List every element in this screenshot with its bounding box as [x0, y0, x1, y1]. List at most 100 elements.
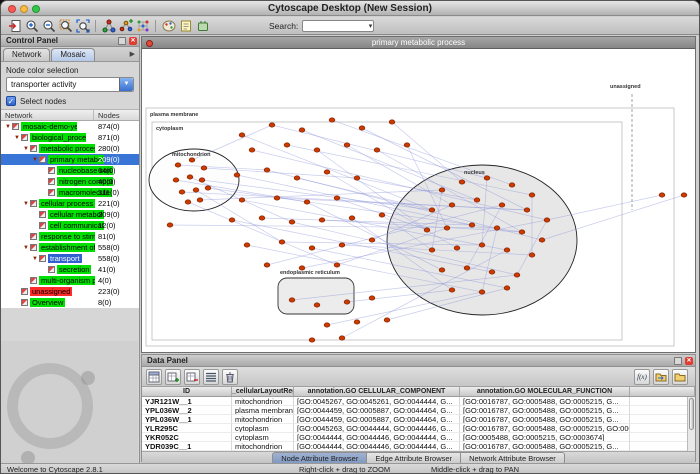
- network-node[interactable]: [479, 243, 485, 247]
- expander-icon[interactable]: ▼: [31, 256, 39, 262]
- network-node[interactable]: [539, 238, 545, 242]
- network-node[interactable]: [294, 176, 300, 180]
- maximize-window-button[interactable]: [32, 5, 40, 13]
- network-node[interactable]: [289, 220, 295, 224]
- tree-row-mosaic-demo-yeast[interactable]: ▼mosaic-demo-yeast874(0): [1, 121, 139, 132]
- network-node[interactable]: [369, 296, 375, 300]
- column-header-region[interactable]: _cellularLayoutRegion: [232, 387, 294, 396]
- tree-row-establishment-of-lo[interactable]: ▼establishment of lo558(0): [1, 242, 139, 253]
- network-node[interactable]: [464, 266, 470, 270]
- network-node[interactable]: [374, 148, 380, 152]
- close-panel-icon[interactable]: ✕: [685, 357, 693, 365]
- network-node[interactable]: [309, 246, 315, 250]
- network-node[interactable]: [234, 173, 240, 177]
- network-node[interactable]: [344, 143, 350, 147]
- network-node[interactable]: [469, 223, 475, 227]
- network-node[interactable]: [289, 298, 295, 302]
- tree-row-multi-organism-pro[interactable]: multi-organism pro4(0): [1, 275, 139, 286]
- search-input[interactable]: [305, 21, 363, 31]
- column-header-id[interactable]: ID: [142, 387, 232, 396]
- network-node[interactable]: [324, 170, 330, 174]
- minimize-window-button[interactable]: [20, 5, 28, 13]
- network-node[interactable]: [519, 230, 525, 234]
- network-canvas[interactable]: plasma membranecytoplasmmitochondrionnuc…: [142, 50, 695, 352]
- network-node[interactable]: [244, 243, 250, 247]
- network-node[interactable]: [369, 238, 375, 242]
- select-nodes-checkbox[interactable]: ✓: [6, 96, 16, 106]
- float-panel-icon[interactable]: [674, 357, 682, 365]
- tab-overflow-arrow-icon[interactable]: ▶: [126, 50, 139, 61]
- zoom-out-icon[interactable]: [40, 18, 57, 33]
- float-panel-icon[interactable]: [118, 37, 126, 45]
- zoom-in-icon[interactable]: [23, 18, 40, 33]
- table-row[interactable]: YJR121W__1mitochondrion[GO:0045267, GO:0…: [142, 397, 695, 406]
- delete-column-icon[interactable]: [184, 369, 200, 385]
- node-color-attribute-dropdown[interactable]: transporter activity ▼: [6, 77, 134, 92]
- network-node[interactable]: [384, 318, 390, 322]
- table-scrollbar-thumb[interactable]: [689, 398, 694, 430]
- tree-row-secretion[interactable]: secretion41(0): [1, 264, 139, 275]
- network-node[interactable]: [167, 223, 173, 227]
- network-node[interactable]: [314, 303, 320, 307]
- network-node[interactable]: [324, 323, 330, 327]
- network-node[interactable]: [339, 336, 345, 340]
- expander-icon[interactable]: ▼: [4, 124, 12, 130]
- network-node[interactable]: [349, 216, 355, 220]
- dropdown-arrow-icon[interactable]: ▼: [119, 78, 133, 91]
- window-titlebar[interactable]: Cytoscape Desktop (New Session): [1, 1, 699, 16]
- network-graph[interactable]: plasma membranecytoplasmmitochondrionnuc…: [142, 50, 695, 352]
- network-node[interactable]: [239, 133, 245, 137]
- network-node[interactable]: [197, 198, 203, 202]
- formula-builder-icon[interactable]: f(x): [634, 369, 650, 385]
- network-node[interactable]: [504, 286, 510, 290]
- expander-icon[interactable]: ▼: [31, 157, 39, 163]
- network-node[interactable]: [354, 176, 360, 180]
- zoom-selected-region-icon[interactable]: [57, 18, 74, 33]
- network-node[interactable]: [193, 188, 199, 192]
- tab-network[interactable]: Network: [3, 48, 50, 61]
- apply-layout-icon[interactable]: [134, 18, 151, 33]
- close-window-button[interactable]: [8, 5, 16, 13]
- network-node[interactable]: [173, 178, 179, 182]
- network-node[interactable]: [201, 166, 207, 170]
- network-node[interactable]: [284, 143, 290, 147]
- network-node[interactable]: [185, 200, 191, 204]
- tree-column-network[interactable]: Network: [1, 110, 94, 120]
- network-node[interactable]: [339, 243, 345, 247]
- import-network-icon[interactable]: [6, 18, 23, 33]
- tree-row-macromolecule[interactable]: macromolecule311(0): [1, 187, 139, 198]
- tree-row-overview[interactable]: Overview8(0): [1, 297, 139, 308]
- table-row[interactable]: YPL036W__1mitochondrion[GO:0044459, GO:0…: [142, 415, 695, 424]
- network-node[interactable]: [479, 290, 485, 294]
- table-row[interactable]: YPL036W__2plasma membrane[GO:0044459, GO…: [142, 406, 695, 415]
- expander-icon[interactable]: ▼: [13, 135, 21, 141]
- expander-icon[interactable]: ▼: [22, 245, 30, 251]
- network-node[interactable]: [459, 180, 465, 184]
- network-node[interactable]: [199, 178, 205, 182]
- network-node[interactable]: [304, 200, 310, 204]
- zoom-fit-icon[interactable]: [74, 18, 91, 33]
- column-header-cellular-component[interactable]: annotation.GO CELLULAR_COMPONENT: [294, 387, 460, 396]
- tab-mosaic[interactable]: Mosaic: [51, 48, 94, 61]
- table-row[interactable]: YLR295Ccytoplasm[GO:0045263, GO:0044444,…: [142, 424, 695, 433]
- network-node[interactable]: [429, 208, 435, 212]
- network-node[interactable]: [187, 175, 193, 179]
- network-node[interactable]: [309, 338, 315, 342]
- expander-icon[interactable]: ▼: [22, 201, 30, 207]
- network-node[interactable]: [264, 168, 270, 172]
- network-node[interactable]: [264, 263, 270, 267]
- tree-row-response-to-stimul[interactable]: response to stimul81(0): [1, 231, 139, 242]
- network-node[interactable]: [344, 300, 350, 304]
- tree-row-nitrogen-compou[interactable]: nitrogen compou40(0): [1, 176, 139, 187]
- network-node[interactable]: [389, 120, 395, 124]
- tree-row-unassigned[interactable]: unassigned223(0): [1, 286, 139, 297]
- tree-row-cellular-metabol[interactable]: cellular metabol209(0): [1, 209, 139, 220]
- network-node[interactable]: [424, 228, 430, 232]
- table-row[interactable]: YDR039C__1mitochondrion[GO:0044444, GO:0…: [142, 442, 695, 451]
- network-node[interactable]: [429, 248, 435, 252]
- network-node[interactable]: [314, 148, 320, 152]
- plugin-manager-icon[interactable]: [194, 18, 211, 33]
- network-node[interactable]: [279, 240, 285, 244]
- network-node[interactable]: [454, 246, 460, 250]
- tree-column-nodes[interactable]: Nodes: [94, 110, 120, 120]
